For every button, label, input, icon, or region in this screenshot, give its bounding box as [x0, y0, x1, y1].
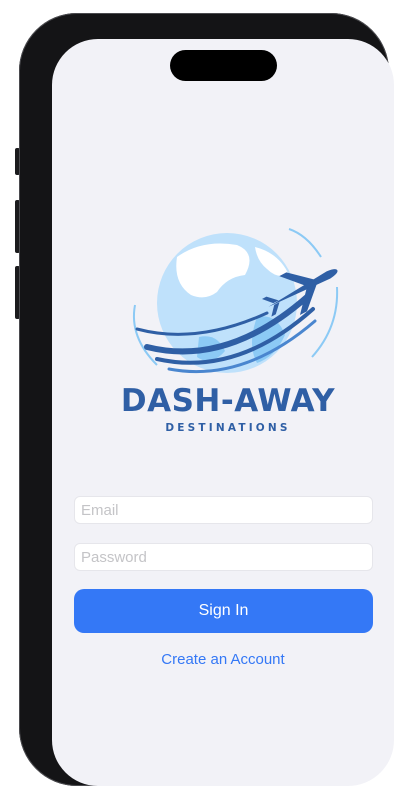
sign-in-button[interactable]: Sign In [74, 589, 373, 633]
logo-tagline: DESTINATIONS [165, 422, 291, 434]
phone-frame: DASH-AWAY DESTINATIONS Sign In Create an… [19, 13, 394, 786]
create-account-link[interactable]: Create an Account [52, 651, 394, 668]
logo-wordmark: DASH-AWAY [120, 383, 336, 419]
dynamic-island [170, 50, 277, 81]
app-logo: DASH-AWAY DESTINATIONS [107, 217, 347, 442]
globe-airplane-icon [133, 228, 339, 374]
device-mockup: DASH-AWAY DESTINATIONS Sign In Create an… [0, 0, 408, 800]
email-field[interactable] [74, 496, 373, 524]
password-field[interactable] [74, 543, 373, 571]
login-screen: DASH-AWAY DESTINATIONS Sign In Create an… [52, 39, 394, 786]
